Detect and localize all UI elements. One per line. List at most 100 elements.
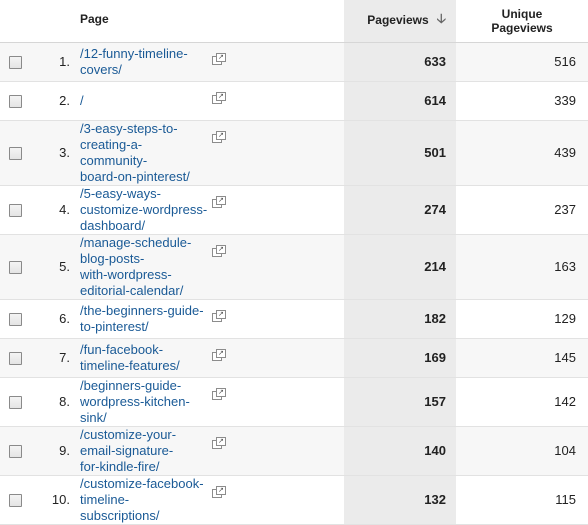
table-header-row: Page Pageviews 🡣 Unique Pageviews [0,0,588,43]
page-path-link[interactable]: /5-easy-ways-customize-wordpress-dashboa… [80,186,208,234]
row-unique-pageviews: 163 [456,234,588,300]
row-page-cell: /the-beginners-guide-to-pinterest/ [80,299,212,339]
table-row: 9./customize-your-email-signature-for-ki… [0,426,588,476]
row-page-cell: /5-easy-ways-customize-wordpress-dashboa… [80,185,212,235]
row-page-cell: /manage-schedule-blog-posts-with-wordpre… [80,234,212,300]
open-in-new-window-icon[interactable]: ↗ [212,91,226,104]
row-index: 1. [30,42,80,82]
row-pageviews: 214 [344,234,456,300]
column-header-unique-pageviews[interactable]: Unique Pageviews [456,0,588,43]
row-index: 6. [30,299,80,339]
row-index: 4. [30,185,80,235]
page-path-line1: /12-funny-timeline-covers/ [80,45,188,77]
page-path-line1: /3-easy-steps-to-creating-a-community- [80,120,178,168]
row-index: 5. [30,234,80,300]
row-unique-pageviews: 516 [456,42,588,82]
column-header-pageviews[interactable]: Pageviews 🡣 [344,0,456,43]
page-path-link[interactable]: /12-funny-timeline-covers/ [80,46,208,78]
row-checkbox-cell [0,42,30,82]
row-checkbox[interactable] [8,56,22,70]
row-open-link-cell: ↗ [212,475,344,525]
row-page-cell: /customize-your-email-signature-for-kind… [80,426,212,476]
row-pageviews: 140 [344,426,456,476]
row-pageviews: 132 [344,475,456,525]
row-page-cell: /customize-facebook-timeline-subscriptio… [80,475,212,525]
row-checkbox-cell [0,234,30,300]
row-index: 7. [30,338,80,378]
row-index: 2. [30,81,80,121]
row-checkbox[interactable] [8,147,22,161]
open-in-new-window-icon[interactable]: ↗ [212,348,226,361]
row-page-cell: /beginners-guide-wordpress-kitchen-sink/ [80,377,212,427]
row-open-link-cell: ↗ [212,338,344,378]
sort-down-arrow-icon[interactable]: 🡣 [437,10,446,32]
page-path-link[interactable]: /beginners-guide-wordpress-kitchen-sink/ [80,378,208,426]
open-in-new-window-icon[interactable]: ↗ [212,195,226,208]
table-body: 1./12-funny-timeline-covers/ ↗ 633 516 2. / ↗ 6… [0,42,588,525]
row-checkbox[interactable] [8,261,22,275]
row-checkbox-cell [0,120,30,186]
table-row: 3./3-easy-steps-to-creating-a-community-… [0,120,588,186]
row-pageviews: 633 [344,42,456,82]
row-checkbox-cell [0,338,30,378]
page-path-line1: /beginners-guide-wordpress-kitchen-sink/ [80,377,190,425]
open-in-new-window-icon[interactable]: ↗ [212,485,226,498]
row-unique-pageviews: 237 [456,185,588,235]
open-in-new-window-icon[interactable]: ↗ [212,52,226,65]
page-path-link[interactable]: /fun-facebook-timeline-features/ [80,342,208,374]
top-pages-table: Page Pageviews 🡣 Unique Pageviews 1./12-f… [0,0,588,525]
table-row: 10./customize-facebook-timeline-subscrip… [0,475,588,525]
row-checkbox[interactable] [8,445,22,459]
open-in-new-window-icon[interactable]: ↗ [212,436,226,449]
page-path-line1: /fun-facebook-timeline-features/ [80,341,180,373]
open-in-new-window-icon[interactable]: ↗ [212,387,226,400]
row-checkbox-cell [0,299,30,339]
table-row: 1./12-funny-timeline-covers/ ↗ 633 516 [0,42,588,82]
page-path-link[interactable]: /customize-facebook-timeline-subscriptio… [80,476,208,524]
row-unique-pageviews: 142 [456,377,588,427]
open-in-new-window-icon[interactable]: ↗ [212,309,226,322]
page-path-line2: dashboard/ [80,217,146,233]
row-open-link-cell: ↗ [212,81,344,121]
row-pageviews: 182 [344,299,456,339]
page-path-link[interactable]: /customize-your-email-signature-for-kind… [80,427,208,475]
pageviews-header-label: Pageviews [367,12,429,27]
column-header-page[interactable]: Page [80,0,344,43]
row-checkbox-cell [0,185,30,235]
row-unique-pageviews: 129 [456,299,588,339]
page-path-line1: /the-beginners-guide-to-pinterest/ [80,302,204,334]
table-row: 5./manage-schedule-blog-posts-with-wordp… [0,234,588,300]
header-checkbox-spacer [0,0,30,43]
open-in-new-window-icon[interactable]: ↗ [212,244,226,257]
table-row: 2. / ↗ 614 339 [0,81,588,121]
row-index: 8. [30,377,80,427]
row-checkbox-cell [0,426,30,476]
page-path-line1: / [80,92,84,108]
table-row: 8./beginners-guide-wordpress-kitchen-sin… [0,377,588,427]
row-open-link-cell: ↗ [212,120,344,186]
page-path-link[interactable]: /3-easy-steps-to-creating-a-community-bo… [80,121,208,185]
page-path-link[interactable]: / [80,93,84,109]
row-checkbox-cell [0,377,30,427]
unique-header-line2: Pageviews [491,20,553,35]
row-pageviews: 614 [344,81,456,121]
page-path-line1: /customize-your-email-signature- [80,426,177,458]
row-checkbox-cell [0,475,30,525]
row-unique-pageviews: 145 [456,338,588,378]
row-checkbox[interactable] [8,396,22,410]
row-open-link-cell: ↗ [212,426,344,476]
open-in-new-window-icon[interactable]: ↗ [212,130,226,143]
row-checkbox-cell [0,81,30,121]
row-checkbox[interactable] [8,352,22,366]
row-open-link-cell: ↗ [212,299,344,339]
row-page-cell: /fun-facebook-timeline-features/ [80,338,212,378]
row-index: 9. [30,426,80,476]
page-path-line1: /5-easy-ways-customize-wordpress- [80,185,208,217]
row-checkbox[interactable] [8,204,22,218]
row-checkbox[interactable] [8,95,22,109]
page-path-link[interactable]: /the-beginners-guide-to-pinterest/ [80,303,208,335]
row-checkbox[interactable] [8,313,22,327]
page-path-link[interactable]: /manage-schedule-blog-posts-with-wordpre… [80,235,208,299]
row-checkbox[interactable] [8,494,22,508]
row-unique-pageviews: 439 [456,120,588,186]
